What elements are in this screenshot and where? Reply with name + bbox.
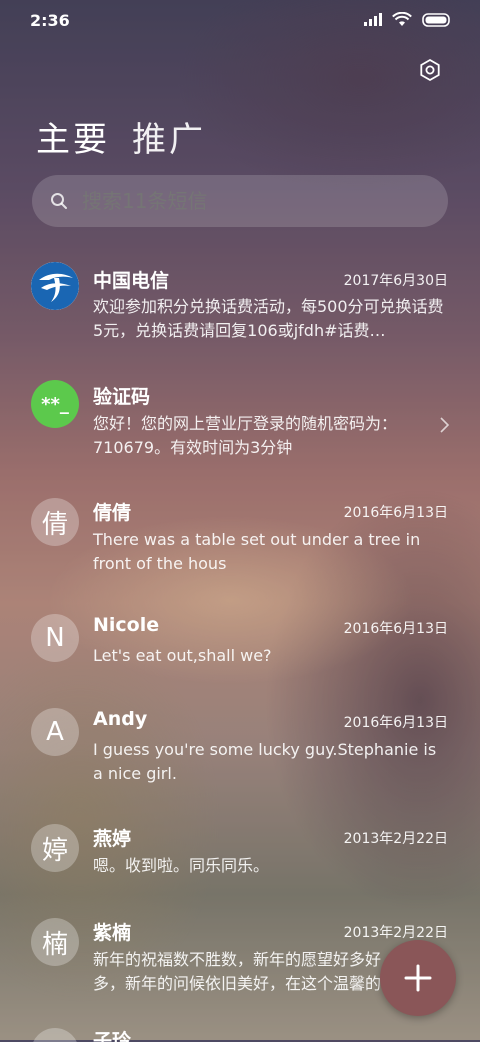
avatar: 倩 [31,498,79,546]
gear-icon [420,58,440,82]
search-bar[interactable] [32,175,448,227]
wifi-icon [392,12,412,26]
status-bar: 2:36 [0,0,480,40]
search-icon [51,193,67,209]
message-snippet: 新年的祝福数不胜数，新年的愿望好多好多，新年的问候依旧美好，在这个温馨的时刻 [93,950,382,993]
search-input[interactable] [80,188,424,214]
avatar: 婷 [31,824,79,872]
message-thread[interactable]: N Nicole 2016年6月13日 Let's eat out,shall … [0,610,480,700]
message-snippet: There was a table set out under a tree i… [93,530,421,573]
message-date: 2016年6月13日 [343,715,448,731]
message-snippet: I guess you're some lucky guy.Stephanie … [93,740,437,783]
avatar: A [31,708,79,756]
message-date: 2017年6月30日 [343,273,448,289]
sender-name: 燕婷 [93,828,132,850]
message-snippet: Let's eat out,shall we? [93,646,272,665]
avatar: 楠 [31,918,79,966]
tab-promotions[interactable]: 推广 [132,112,206,161]
plus-icon [404,964,432,992]
message-thread[interactable]: 倩 倩倩 2016年6月13日 There was a table set ou… [0,494,480,604]
message-thread[interactable]: 中国电信 2017年6月30日 欢迎参加积分兑换话费活动，每500分可兑换话费5… [0,258,480,368]
sender-name: 验证码 [93,386,151,408]
message-thread[interactable]: **_ 验证码 您好！您的网上营业厅登录的随机密码为：710679。有效时间为3… [0,376,480,486]
avatar: N [31,614,79,662]
sender-name: 中国电信 [93,270,170,292]
sender-name: 紫楠 [93,922,132,944]
message-date: 2016年6月13日 [343,505,448,521]
battery-icon [422,12,450,27]
avatar [31,262,79,310]
message-snippet: 欢迎参加积分兑换话费活动，每500分可兑换话费5元，兑换话费请回复106或jfd… [93,297,444,340]
settings-button[interactable] [416,56,444,84]
avatar: **_ [31,380,79,428]
message-date: 2013年2月22日 [343,831,448,847]
signal-icon [364,13,382,26]
tab-primary[interactable]: 主要 [36,112,110,161]
message-snippet: 您好！您的网上营业厅登录的随机密码为：710679。有效时间为3分钟 [93,414,398,457]
sender-name: Nicole [93,614,160,636]
china-telecom-logo-icon [31,262,79,310]
status-icons [364,12,452,27]
message-thread[interactable]: A Andy 2016年6月13日 I guess you're some lu… [0,704,480,814]
new-message-button[interactable] [380,940,456,1016]
message-date: 2016年6月13日 [343,621,448,637]
sender-name: Andy [93,708,148,730]
header-tabs: 主要 推广 [36,112,206,161]
sender-name: 倩倩 [93,502,132,524]
status-time: 2:36 [30,11,70,30]
message-snippet: 嗯。收到啦。同乐同乐。 [93,856,270,875]
message-thread[interactable]: 婷 燕婷 2013年2月22日 嗯。收到啦。同乐同乐。 [0,820,480,910]
message-date: 2013年2月22日 [343,925,448,941]
